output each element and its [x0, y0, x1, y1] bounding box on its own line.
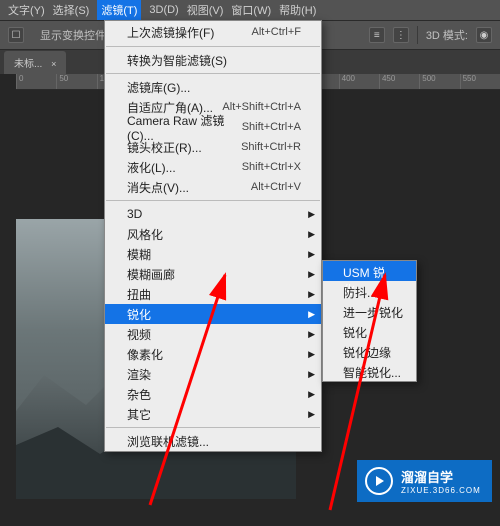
menu-item-blur[interactable]: 模糊▶ — [105, 244, 321, 264]
chevron-right-icon: ▶ — [308, 229, 315, 240]
watermark-title: 溜溜自学 — [401, 467, 481, 486]
menu-item-distort[interactable]: 扭曲▶ — [105, 284, 321, 304]
menu-item-video[interactable]: 视频▶ — [105, 324, 321, 344]
separator — [106, 200, 320, 201]
menu-item-stylize[interactable]: 风格化▶ — [105, 224, 321, 244]
checkbox-icon[interactable]: ☐ — [8, 27, 24, 43]
watermark-url: ZIXUE.3D66.COM — [401, 486, 481, 495]
submenu-item-sharpen-more[interactable]: 进一步锐化 — [323, 301, 416, 321]
chevron-right-icon: ▶ — [308, 269, 315, 280]
submenu-item-sharpen-edges[interactable]: 锐化边缘 — [323, 341, 416, 361]
3d-mode-label: 3D 模式: — [426, 27, 468, 43]
menu-item-sharpen[interactable]: 锐化▶ — [105, 304, 321, 324]
watermark: 溜溜自学 ZIXUE.3D66.COM — [357, 460, 492, 502]
menu-item-camera-raw[interactable]: Camera Raw 滤镜(C)... Shift+Ctrl+A — [105, 117, 321, 137]
menu-3d[interactable]: 3D(D) — [149, 4, 178, 16]
menu-item-blur-gallery[interactable]: 模糊画廊▶ — [105, 264, 321, 284]
menu-item-lens-correction[interactable]: 镜头校正(R)... Shift+Ctrl+R — [105, 137, 321, 157]
menu-item-vanishing-point[interactable]: 消失点(V)... Alt+Ctrl+V — [105, 177, 321, 197]
document-tab[interactable]: 未标... × — [4, 51, 66, 74]
menu-item-noise[interactable]: 杂色▶ — [105, 384, 321, 404]
menu-text[interactable]: 文字(Y) — [8, 2, 45, 18]
submenu-item-sharpen[interactable]: 锐化 — [323, 321, 416, 341]
menu-item-other[interactable]: 其它▶ — [105, 404, 321, 424]
submenu-item-smart-sharpen[interactable]: 智能锐化... — [323, 361, 416, 381]
chevron-right-icon: ▶ — [308, 369, 315, 380]
chevron-right-icon: ▶ — [308, 409, 315, 420]
chevron-right-icon: ▶ — [308, 249, 315, 260]
menu-item-browse-online[interactable]: 浏览联机滤镜... — [105, 431, 321, 451]
menu-help[interactable]: 帮助(H) — [279, 2, 316, 18]
3d-orbit-icon[interactable]: ◉ — [476, 27, 492, 43]
chevron-right-icon: ▶ — [308, 389, 315, 400]
filter-menu-dropdown: 上次滤镜操作(F) Alt+Ctrl+F 转换为智能滤镜(S) 滤镜库(G)..… — [104, 20, 322, 452]
separator — [106, 46, 320, 47]
menu-filter[interactable]: 滤镜(T) — [97, 0, 141, 20]
transform-controls-label: 显示变换控件 — [40, 27, 106, 43]
menu-item-liquify[interactable]: 液化(L)... Shift+Ctrl+X — [105, 157, 321, 177]
menu-item-render[interactable]: 渲染▶ — [105, 364, 321, 384]
chevron-right-icon: ▶ — [308, 309, 315, 320]
menu-item-3d[interactable]: 3D▶ — [105, 204, 321, 224]
chevron-right-icon: ▶ — [308, 349, 315, 360]
separator — [106, 427, 320, 428]
menu-view[interactable]: 视图(V) — [187, 2, 224, 18]
chevron-right-icon: ▶ — [308, 289, 315, 300]
menu-item-last-filter[interactable]: 上次滤镜操作(F) Alt+Ctrl+F — [105, 21, 321, 43]
menu-item-filter-gallery[interactable]: 滤镜库(G)... — [105, 77, 321, 97]
chevron-right-icon: ▶ — [308, 209, 315, 220]
play-icon — [365, 467, 393, 495]
menu-item-smart-filter[interactable]: 转换为智能滤镜(S) — [105, 50, 321, 70]
submenu-item-usm-sharpen[interactable]: USM 锐化... — [323, 261, 416, 281]
close-icon[interactable]: × — [51, 59, 56, 69]
menu-select[interactable]: 选择(S) — [53, 2, 90, 18]
chevron-right-icon: ▶ — [308, 329, 315, 340]
separator — [106, 73, 320, 74]
menubar: 文字(Y) 选择(S) 滤镜(T) 3D(D) 视图(V) 窗口(W) 帮助(H… — [0, 0, 500, 20]
menu-item-pixelate[interactable]: 像素化▶ — [105, 344, 321, 364]
submenu-item-shake-reduction[interactable]: 防抖... — [323, 281, 416, 301]
align-icon[interactable]: ≡ — [369, 27, 385, 43]
distribute-icon[interactable]: ⋮ — [393, 27, 409, 43]
menu-window[interactable]: 窗口(W) — [231, 2, 271, 18]
sharpen-submenu: USM 锐化... 防抖... 进一步锐化 锐化 锐化边缘 智能锐化... — [322, 260, 417, 382]
tab-label: 未标... — [14, 59, 42, 70]
separator — [417, 26, 418, 44]
